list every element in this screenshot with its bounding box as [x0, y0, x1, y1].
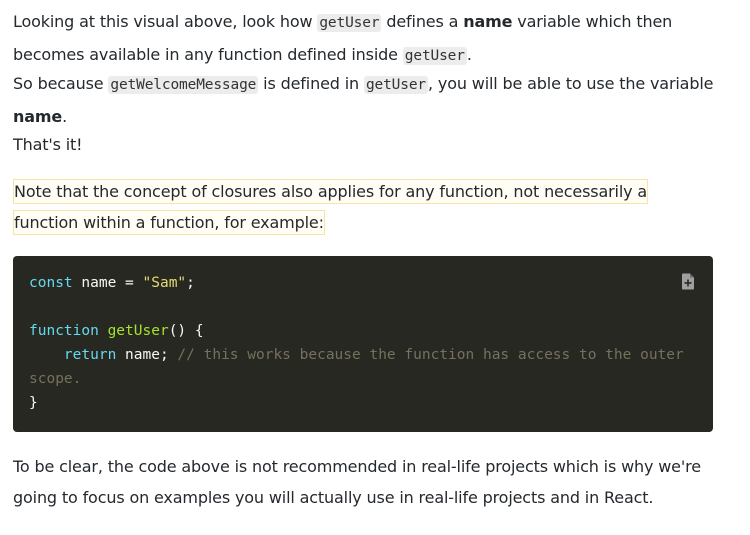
- text-segment: defines a: [381, 12, 464, 31]
- inline-code: getWelcomeMessage: [108, 76, 259, 94]
- inline-code: getUser: [363, 76, 428, 94]
- text-segment: .: [62, 107, 68, 126]
- code-keyword: const: [29, 275, 73, 291]
- code-keyword: return: [63, 347, 117, 363]
- text-segment: , you will be able to use the variable: [428, 74, 714, 93]
- text-segment: Looking at this visual above, look how: [13, 12, 318, 31]
- inline-code: getUser: [402, 47, 467, 65]
- code-text: }: [29, 395, 38, 411]
- text-segment: .: [466, 45, 472, 64]
- code-content: const name = "Sam"; function getUser() {…: [29, 271, 699, 415]
- article-content: Looking at this visual above, look how g…: [0, 0, 750, 535]
- copy-file-icon[interactable]: [681, 273, 695, 290]
- note-text: Note that the concept of closures also a…: [13, 179, 649, 235]
- note-callout: Note that the concept of closures also a…: [13, 176, 703, 238]
- code-keyword: function: [29, 323, 99, 339]
- code-text: () {: [168, 323, 204, 339]
- text-segment: So because: [13, 74, 109, 93]
- inline-code: getUser: [317, 14, 382, 32]
- intro-paragraph-3: That's it!: [13, 135, 83, 154]
- text-segment: is defined in: [258, 74, 364, 93]
- code-text: ;: [186, 275, 195, 291]
- bold-text: name: [13, 107, 63, 126]
- code-string: "Sam": [142, 275, 187, 291]
- code-text: name;: [116, 347, 178, 363]
- bold-text: name: [463, 12, 513, 31]
- code-block: const name = "Sam"; function getUser() {…: [13, 256, 713, 432]
- code-text: name =: [72, 275, 143, 291]
- copy-file-icon-glyph: [682, 273, 694, 290]
- code-function-name: getUser: [107, 323, 169, 339]
- intro-paragraph-2: So because getWelcomeMessage is defined …: [13, 68, 733, 132]
- outro-paragraph: To be clear, the code above is not recom…: [13, 457, 701, 507]
- intro-paragraph-1: Looking at this visual above, look how g…: [13, 6, 733, 72]
